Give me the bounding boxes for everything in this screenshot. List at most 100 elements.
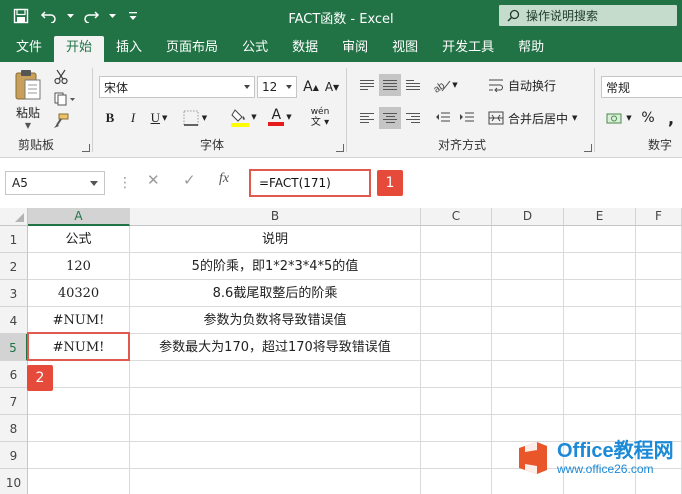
merge-center-button[interactable]: 合并后居中 ▼	[488, 107, 580, 129]
column-header-d[interactable]: D	[492, 208, 564, 226]
tab-review[interactable]: 审阅	[330, 36, 380, 62]
empty-cell[interactable]	[421, 388, 492, 415]
empty-cell[interactable]	[421, 226, 492, 253]
italic-button[interactable]: I	[124, 108, 142, 128]
bold-button[interactable]: B	[101, 108, 119, 128]
column-header-b[interactable]: B	[130, 208, 421, 226]
tab-insert[interactable]: 插入	[104, 36, 154, 62]
percent-style-button[interactable]: %	[638, 107, 658, 129]
empty-cell[interactable]	[492, 253, 564, 280]
empty-cell[interactable]	[492, 415, 564, 442]
column-header-f[interactable]: F	[636, 208, 682, 226]
cell-b1[interactable]: 说明	[130, 226, 421, 253]
orientation-button[interactable]: ab ▼	[430, 74, 460, 96]
cell-b4[interactable]: 参数为负数将导致错误值	[130, 307, 421, 334]
empty-cell[interactable]	[130, 442, 421, 469]
tell-me-search[interactable]: 操作说明搜索	[499, 5, 677, 26]
align-top-button[interactable]	[356, 74, 378, 96]
formula-bar-grip[interactable]: ⋮	[118, 175, 132, 191]
tab-view[interactable]: 视图	[380, 36, 430, 62]
cell-a4[interactable]: #NUM!	[28, 307, 130, 334]
empty-cell[interactable]	[130, 361, 421, 388]
empty-cell[interactable]	[492, 307, 564, 334]
empty-cell[interactable]	[421, 253, 492, 280]
empty-cell[interactable]	[492, 280, 564, 307]
font-launcher-icon[interactable]	[336, 144, 344, 152]
empty-cell[interactable]	[636, 307, 682, 334]
empty-cell[interactable]	[28, 442, 130, 469]
cell-b5[interactable]: 参数最大为170，超过170将导致错误值	[130, 334, 421, 361]
empty-cell[interactable]	[130, 415, 421, 442]
empty-cell[interactable]	[564, 415, 636, 442]
align-bottom-button[interactable]	[402, 74, 424, 96]
empty-cell[interactable]	[636, 415, 682, 442]
increase-indent-icon[interactable]	[456, 107, 478, 129]
empty-cell[interactable]	[636, 280, 682, 307]
font-size-select[interactable]: 12	[257, 76, 297, 98]
row-header-7[interactable]: 7	[0, 388, 28, 415]
select-all-button[interactable]	[0, 208, 28, 226]
empty-cell[interactable]	[564, 388, 636, 415]
tab-file[interactable]: 文件	[4, 36, 54, 62]
empty-cell[interactable]	[421, 334, 492, 361]
worksheet-grid[interactable]: A B C D E F 1 2 3 4 5 6 7 8 9 10 公式 说明 1…	[0, 208, 682, 494]
tab-data[interactable]: 数据	[280, 36, 330, 62]
align-center-button[interactable]	[379, 107, 401, 129]
row-header-4[interactable]: 4	[0, 307, 28, 334]
font-color-button[interactable]: A ▼	[264, 106, 296, 128]
empty-cell[interactable]	[492, 226, 564, 253]
formula-input[interactable]: =FACT(171)	[249, 169, 371, 197]
cancel-icon[interactable]: ✕	[147, 171, 160, 189]
name-box[interactable]: A5	[5, 171, 105, 195]
empty-cell[interactable]	[636, 361, 682, 388]
cut-icon[interactable]	[52, 68, 70, 86]
align-middle-button[interactable]	[379, 74, 401, 96]
empty-cell[interactable]	[421, 442, 492, 469]
empty-cell[interactable]	[421, 280, 492, 307]
empty-cell[interactable]	[564, 307, 636, 334]
cell-a2[interactable]: 120	[28, 253, 130, 280]
cell-b2[interactable]: 5的阶乘，即1*2*3*4*5的值	[130, 253, 421, 280]
insert-function-icon[interactable]: fx	[219, 171, 229, 187]
row-header-5[interactable]: 5	[0, 334, 28, 361]
align-right-button[interactable]	[402, 107, 424, 129]
alignment-launcher-icon[interactable]	[584, 144, 592, 152]
number-format-select[interactable]: 常规	[601, 76, 682, 98]
decrease-indent-icon[interactable]	[432, 107, 454, 129]
tab-developer[interactable]: 开发工具	[430, 36, 506, 62]
empty-cell[interactable]	[421, 307, 492, 334]
empty-cell[interactable]	[28, 388, 130, 415]
empty-cell[interactable]	[421, 415, 492, 442]
empty-cell[interactable]	[28, 469, 130, 494]
underline-button[interactable]: U ▼	[146, 108, 172, 128]
fill-color-button[interactable]: ▼	[228, 106, 260, 128]
row-header-10[interactable]: 10	[0, 469, 28, 494]
accounting-format-button[interactable]: ▼	[603, 107, 635, 129]
shrink-font-button[interactable]: A ▼	[323, 77, 341, 97]
copy-icon[interactable]	[52, 90, 78, 108]
column-header-a[interactable]: A	[28, 208, 130, 226]
empty-cell[interactable]	[636, 253, 682, 280]
cell-a1[interactable]: 公式	[28, 226, 130, 253]
empty-cell[interactable]	[28, 415, 130, 442]
empty-cell[interactable]	[564, 361, 636, 388]
comma-style-button[interactable]: ,	[662, 107, 680, 129]
row-header-9[interactable]: 9	[0, 442, 28, 469]
align-left-button[interactable]	[356, 107, 378, 129]
empty-cell[interactable]	[564, 334, 636, 361]
empty-cell[interactable]	[564, 226, 636, 253]
empty-cell[interactable]	[636, 388, 682, 415]
empty-cell[interactable]	[421, 469, 492, 494]
empty-cell[interactable]	[492, 334, 564, 361]
row-header-1[interactable]: 1	[0, 226, 28, 253]
empty-cell[interactable]	[564, 280, 636, 307]
empty-cell[interactable]	[636, 334, 682, 361]
row-header-6[interactable]: 6	[0, 361, 28, 388]
cell-b3[interactable]: 8.6截尾取整后的阶乘	[130, 280, 421, 307]
empty-cell[interactable]	[130, 469, 421, 494]
borders-button[interactable]: ▼	[180, 108, 210, 128]
tab-help[interactable]: 帮助	[506, 36, 556, 62]
row-header-8[interactable]: 8	[0, 415, 28, 442]
grow-font-button[interactable]: A ▲	[302, 77, 320, 97]
tab-formulas[interactable]: 公式	[230, 36, 280, 62]
